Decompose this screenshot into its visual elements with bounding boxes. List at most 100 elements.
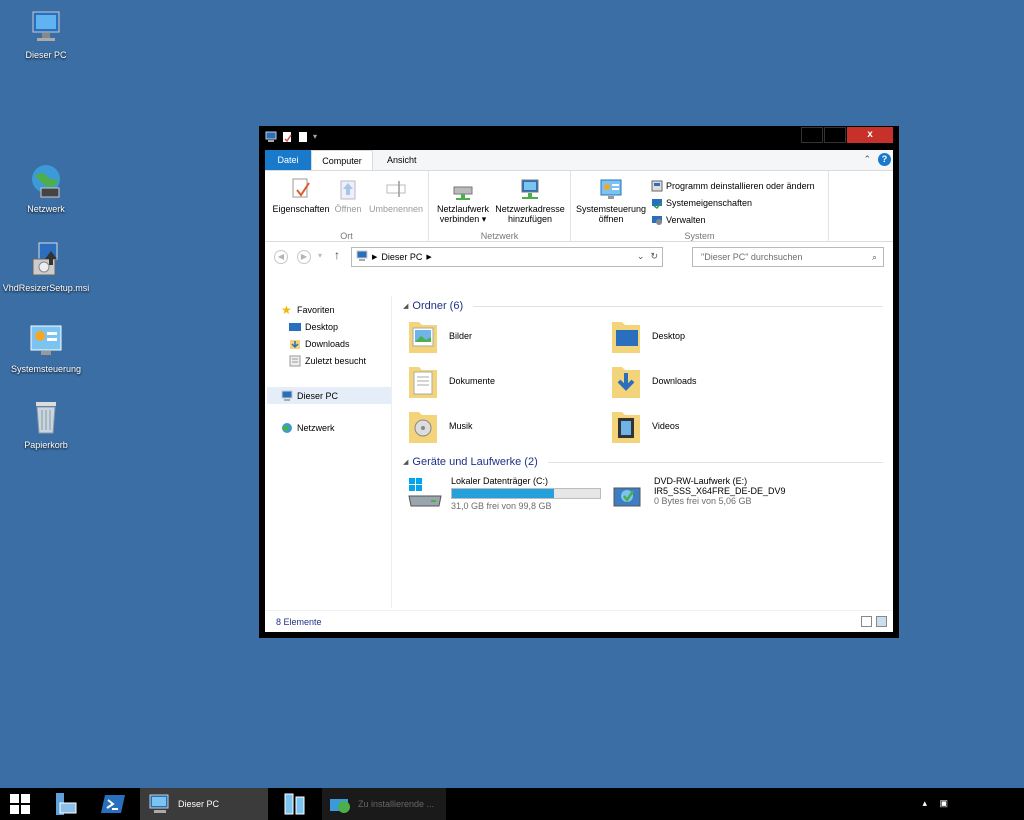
refresh-icon[interactable]: ↻: [650, 251, 658, 262]
tab-view[interactable]: Ansicht: [379, 150, 425, 170]
up-arrow-icon[interactable]: ↑: [334, 248, 340, 262]
properties-qat-icon[interactable]: [281, 131, 293, 143]
folder-item-pictures[interactable]: Bilder: [407, 316, 472, 356]
ribbon-group-ort: Eigenschaften Öffnen Umbenennen Ort: [265, 171, 429, 243]
close-button[interactable]: x: [847, 127, 893, 143]
devices-section-header[interactable]: ◢ Geräte und Laufwerke (2): [403, 456, 883, 468]
maximize-button[interactable]: [824, 127, 846, 143]
computer-icon: [265, 131, 277, 143]
manage-link[interactable]: Verwalten: [651, 211, 815, 228]
rename-button[interactable]: Umbenennen: [367, 177, 425, 214]
title-bar[interactable]: ▾ x: [259, 126, 899, 150]
system-properties-icon: [651, 197, 663, 209]
minimize-button[interactable]: [801, 127, 823, 143]
folder-item-desktop[interactable]: Desktop: [610, 316, 685, 356]
breadcrumb-arrow-icon[interactable]: ▶: [426, 253, 431, 261]
drive-e-label: IR5_SSS_X64FRE_DE-DE_DV9: [654, 486, 786, 496]
nav-recent-label: Zuletzt besucht: [305, 356, 367, 366]
hard-drive-icon: [407, 476, 443, 510]
nav-recent[interactable]: Zuletzt besucht: [289, 355, 366, 367]
taskbar-installer-window[interactable]: Zu installierende ...: [322, 788, 446, 820]
folder-item-documents[interactable]: Dokumente: [407, 361, 495, 401]
properties-button[interactable]: Eigenschaften: [271, 177, 331, 214]
system-links: Programm deinstallieren oder ändern Syst…: [651, 177, 815, 228]
drive-c-name: Lokaler Datenträger (C:): [451, 476, 549, 486]
forward-button[interactable]: ▶: [297, 250, 311, 264]
control-panel-button[interactable]: Systemsteuerung öffnen: [575, 177, 647, 224]
folders-section-header[interactable]: ◢ Ordner (6): [403, 300, 883, 312]
group-label-netzwerk: Netzwerk: [480, 231, 519, 241]
nav-downloads[interactable]: Downloads: [289, 338, 350, 350]
recent-locations-icon[interactable]: ▾: [318, 251, 322, 260]
desktop-icon-network[interactable]: Netzwerk: [0, 162, 92, 214]
server-manager-icon: [56, 793, 77, 815]
folder-item-music[interactable]: Musik: [407, 406, 473, 446]
desktop-folder-icon: [610, 316, 642, 356]
nav-favorites[interactable]: ★ Favoriten: [281, 304, 335, 316]
powershell-button[interactable]: [92, 788, 134, 820]
chevron-up-icon[interactable]: ▴: [922, 798, 927, 808]
server-manager-button[interactable]: [44, 788, 86, 820]
system-tray: ▴ ▣: [922, 798, 948, 809]
tab-file[interactable]: Datei: [265, 150, 311, 170]
uninstall-program-link[interactable]: Programm deinstallieren oder ändern: [651, 177, 815, 194]
collapse-ribbon-icon[interactable]: ⌃: [863, 154, 871, 165]
computer-icon: [356, 250, 368, 264]
documents-folder-icon: [407, 361, 439, 401]
nav-desktop-label: Desktop: [305, 322, 339, 332]
breadcrumb-this-pc[interactable]: Dieser PC: [381, 252, 422, 262]
folder-label: Videos: [652, 421, 680, 431]
folder-item-videos[interactable]: Videos: [610, 406, 679, 446]
nav-this-pc[interactable]: Dieser PC: [267, 387, 391, 404]
desktop-icon-this-pc[interactable]: Dieser PC: [0, 8, 92, 60]
start-button[interactable]: [0, 788, 40, 820]
help-icon[interactable]: ?: [878, 153, 891, 166]
explorer-window: ▾ x Datei Computer Ansicht ⌃ ? Eigenscha…: [259, 126, 899, 638]
desktop-icon-label: Netzwerk: [27, 204, 65, 214]
desktop-icon-control-panel[interactable]: Systemsteuerung: [0, 322, 92, 374]
taskbar-explorer-this-pc[interactable]: Dieser PC: [140, 788, 268, 820]
windows-logo-icon: [10, 794, 30, 814]
nav-favorites-label: Favoriten: [297, 305, 335, 315]
desktop-icon-label: Systemsteuerung: [10, 364, 82, 374]
tab-computer[interactable]: Computer: [311, 150, 373, 170]
open-icon: [336, 177, 360, 201]
folder-item-downloads[interactable]: Downloads: [610, 361, 697, 401]
taskbar-explorer-label: Dieser PC: [178, 799, 220, 809]
nav-downloads-label: Downloads: [305, 339, 350, 349]
nav-network[interactable]: Netzwerk: [281, 422, 335, 434]
taskbar-installer-label: Zu installierende ...: [358, 799, 435, 809]
map-drive-button[interactable]: Netzlaufwerk verbinden ▾: [433, 177, 493, 224]
add-network-location-button[interactable]: Netzwerkadresse hinzufügen: [493, 177, 567, 224]
powershell-icon: [101, 795, 125, 813]
drive-item-e[interactable]: DVD-RW-Laufwerk (E:) IR5_SSS_X64FRE_DE-D…: [610, 476, 786, 510]
taskbar-app-button[interactable]: [274, 788, 316, 820]
search-icon[interactable]: ⌕: [872, 248, 877, 266]
chevron-down-icon[interactable]: ▾: [313, 131, 325, 143]
drive-e-free: 0 Bytes frei von 5,06 GB: [654, 496, 752, 506]
open-button[interactable]: Öffnen: [331, 177, 365, 214]
new-folder-qat-icon[interactable]: [297, 131, 309, 143]
network-status-icon[interactable]: ▣: [939, 798, 948, 808]
drive-item-c[interactable]: Lokaler Datenträger (C:) 31,0 GB frei vo…: [407, 476, 601, 511]
music-folder-icon: [407, 406, 439, 446]
system-properties-link[interactable]: Systemeigenschaften: [651, 194, 815, 211]
navigation-pane: ★ Favoriten Desktop Downloads Zuletzt be…: [265, 296, 392, 608]
large-icons-view-icon[interactable]: [876, 616, 887, 627]
downloads-folder-icon: [289, 338, 301, 350]
details-view-icon[interactable]: [861, 616, 872, 627]
address-history-icon[interactable]: ⌄: [637, 251, 645, 262]
desktop-icon-recycle-bin[interactable]: Papierkorb: [0, 398, 92, 450]
desktop-icon-installer[interactable]: VhdResizerSetup.msi: [0, 241, 92, 293]
quick-access-toolbar: ▾: [265, 131, 325, 143]
programs-icon: [651, 180, 663, 192]
breadcrumb-arrow-icon[interactable]: ▶: [372, 253, 377, 261]
videos-folder-icon: [610, 406, 642, 446]
nav-desktop[interactable]: Desktop: [289, 321, 338, 333]
back-button[interactable]: ◀: [274, 250, 288, 264]
add-location-label-2: hinzufügen: [507, 214, 553, 224]
search-input[interactable]: "Dieser PC" durchsuchen ⌕: [692, 247, 884, 267]
network-drive-icon: [451, 177, 475, 201]
address-bar[interactable]: ▶ Dieser PC ▶ ⌄ ↻: [351, 247, 663, 267]
navigation-bar: ◀ ▶ ▾ ↑ ▶ Dieser PC ▶ ⌄ ↻ "Dieser PC" dur…: [265, 242, 893, 272]
